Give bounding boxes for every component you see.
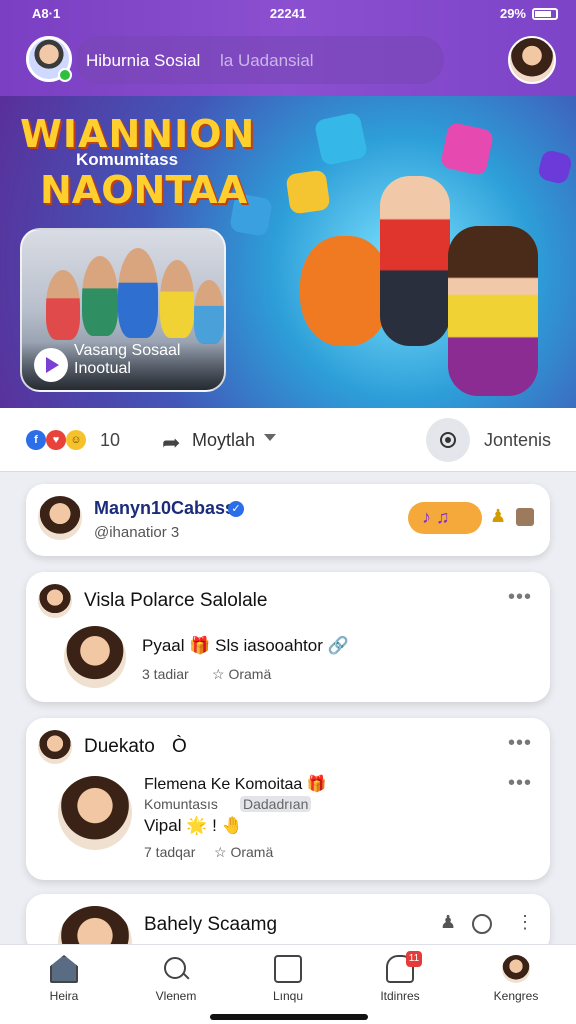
music-tile-icon <box>285 169 331 215</box>
home-indicator <box>210 1014 368 1020</box>
post-title: Visla Polarce Salolale <box>84 590 268 611</box>
share-button[interactable]: Moytlah <box>192 430 255 451</box>
like-reaction-icon: f <box>26 430 46 450</box>
profile-name: Manyn10Cabass <box>94 498 236 518</box>
commenter-avatar[interactable] <box>58 776 132 850</box>
music-tile-icon <box>313 111 369 167</box>
banner-title-bottom: NAONTAA <box>40 168 248 212</box>
search-bar[interactable]: Hiburnia Sosial la Uadansial <box>76 36 444 84</box>
pin-icon[interactable]: ♟ <box>490 506 506 527</box>
comment-time: 3 tadiar <box>142 666 189 682</box>
mini-avatar-icon[interactable] <box>516 508 534 526</box>
nav-notifications[interactable]: 11 Itdinres <box>360 951 440 1003</box>
nav-label: Lınqu <box>272 989 304 1003</box>
home-icon <box>50 955 78 983</box>
notifications-icon: 11 <box>386 951 422 983</box>
search-placeholder: la Uadansial <box>220 51 314 70</box>
photo-person <box>118 248 158 338</box>
nav-search[interactable]: Vlenem <box>136 955 216 1003</box>
nav-label: Heira <box>49 989 79 1003</box>
music-tile-icon <box>536 148 574 186</box>
post-title: Duekato <box>84 736 155 757</box>
status-time: 22241 <box>269 6 307 21</box>
girl-character <box>448 226 538 396</box>
more-options-icon[interactable]: ••• <box>508 772 532 795</box>
comment-line: Komuntasıs <box>144 796 218 812</box>
status-bar: A8·1 22241 29% <box>0 6 576 24</box>
app-header: A8·1 22241 29% Hiburnia Sosial la Uadans… <box>0 0 576 96</box>
online-status-icon <box>58 68 72 82</box>
nav-box[interactable]: Lınqu <box>248 955 328 1003</box>
photo-person <box>82 256 118 336</box>
post-card[interactable]: Visla Polarce Salolale ••• Pyaal 🎁 Sls i… <box>26 572 550 702</box>
community-photo[interactable]: Vasang Sosaal Inootual <box>20 228 226 392</box>
chevron-down-icon[interactable] <box>264 434 276 441</box>
music-pill-button[interactable]: ♪ ♫ <box>408 502 482 534</box>
love-reaction-icon: ♥ <box>46 430 66 450</box>
profile-handle: @ihanatior 3 <box>94 524 180 541</box>
post-action-bar: f ♥ ☺ 10 ➦ Moytlah Jontenis <box>0 408 576 472</box>
hero-banner[interactable]: WIANNION Komumitass NAONTAA Vasang Sosaa… <box>0 96 576 408</box>
content-toggle-button[interactable] <box>426 418 470 462</box>
photo-caption: Vasang Sosaal Inootual <box>74 342 181 377</box>
photo-person <box>194 280 224 344</box>
nav-label: Itdinres <box>380 989 420 1003</box>
more-options-icon[interactable]: ••• <box>508 732 532 755</box>
comment-tag[interactable]: Dadadrıan <box>240 796 312 812</box>
content-label[interactable]: Jontenis <box>484 430 551 451</box>
more-options-icon[interactable]: ••• <box>508 586 532 609</box>
share-icon[interactable]: ➦ <box>162 430 180 456</box>
battery-text: 29% <box>499 6 526 21</box>
haha-reaction-icon: ☺ <box>66 430 86 450</box>
more-options-icon[interactable]: ⋮ <box>516 912 534 933</box>
poster-avatar[interactable] <box>38 584 72 618</box>
music-note-icon: ♪ ♫ <box>422 507 450 527</box>
photo-person <box>160 260 194 338</box>
comment-action[interactable]: ☆ Oramä <box>214 844 273 861</box>
music-tile-icon <box>439 121 495 177</box>
box-icon <box>274 955 302 983</box>
commenter-avatar[interactable] <box>64 626 126 688</box>
play-icon[interactable] <box>34 348 68 382</box>
card-avatar[interactable] <box>38 496 82 540</box>
boy-character <box>380 176 450 346</box>
bear-character <box>300 236 390 346</box>
banner-subtitle: Komumitass <box>76 150 179 169</box>
profile-avatar[interactable] <box>508 36 556 84</box>
profile-card[interactable]: Manyn10Cabass ✓ @ihanatior 3 ♪ ♫ ♟ <box>26 484 550 556</box>
reaction-count[interactable]: 10 <box>100 430 120 451</box>
poster-avatar[interactable] <box>38 730 72 764</box>
bottom-navigation: Heira Vlenem Lınqu 11 Itdinres Kengres <box>0 944 576 1024</box>
comment-line: Vipal 🌟 ! 🤚 <box>144 816 243 835</box>
search-title: Hiburnia Sosial <box>86 51 201 70</box>
comment-line: Flemena Ke Komoitaa 🎁 <box>144 776 327 793</box>
comment-text: Pyaal 🎁 Sls iasooahtor 🔗 <box>142 636 349 655</box>
search-icon <box>162 955 190 983</box>
profile-avatar-icon <box>502 955 530 983</box>
battery-icon <box>532 8 558 20</box>
record-icon <box>445 437 451 443</box>
nav-label: Vlenem <box>155 989 197 1003</box>
post-title: Bahely Scaamg <box>144 914 278 935</box>
photo-caption-bar: Vasang Sosaal Inootual <box>22 342 224 390</box>
photo-person <box>46 270 80 340</box>
comment-action[interactable]: ☆ Oramä <box>212 666 271 683</box>
nav-profile[interactable]: Kengres <box>476 955 556 1003</box>
post-title-suffix: Ò <box>172 736 187 757</box>
nav-label: Kengres <box>493 989 539 1003</box>
timer-icon[interactable] <box>472 914 492 934</box>
verified-icon: ✓ <box>228 501 244 517</box>
pin-icon[interactable]: ♟ <box>440 912 456 933</box>
comment-time: 7 tadqar <box>144 844 196 860</box>
notification-badge: 11 <box>406 951 422 967</box>
post-card[interactable]: Duekato Ò ••• ••• Flemena Ke Komoitaa 🎁 … <box>26 718 550 880</box>
nav-home[interactable]: Heira <box>24 955 104 1003</box>
